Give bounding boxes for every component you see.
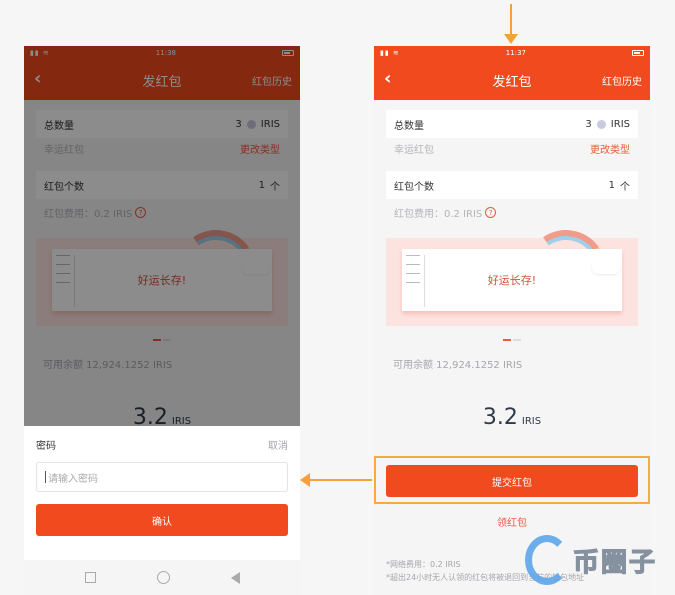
total-label: 总数量	[394, 120, 424, 132]
count-unit: 个	[620, 181, 630, 193]
status-bar: ▮▮ ≋ 11:37	[374, 46, 650, 60]
home-icon[interactable]	[156, 571, 170, 584]
fee-text: 红包费用：0.2 IRIS	[394, 209, 483, 220]
password-input[interactable]: 请输入密码	[36, 462, 288, 492]
battery-icon	[631, 50, 644, 56]
modal-overlay[interactable]	[24, 46, 300, 426]
system-nav-bar	[24, 560, 300, 595]
balance-text: 可用余额 12,924.1252 IRIS	[393, 360, 523, 371]
carousel-dots	[374, 339, 650, 341]
back-nav-icon[interactable]	[230, 571, 240, 584]
password-title: 密码	[36, 440, 56, 452]
watermark-text: 币圈子	[572, 547, 658, 578]
page-title: 发红包	[492, 74, 532, 90]
password-sheet: 密码 取消 请输入密码 确认	[24, 426, 300, 560]
total-amount-row[interactable]: 总数量 3 IRIS	[386, 110, 638, 138]
total-unit: IRIS	[610, 118, 630, 130]
nav-bar: ‹ 发红包 红包历史	[374, 60, 650, 100]
count-label: 红包个数	[394, 181, 434, 193]
banner-text: 好运长存!	[487, 274, 537, 287]
envelope-banner[interactable]: 好运长存!	[386, 230, 638, 326]
type-label: 幸运红包	[394, 144, 434, 156]
submit-button[interactable]: 提交红包	[386, 465, 638, 497]
highlight-box: 提交红包	[374, 456, 650, 504]
type-row: 幸运红包 更改类型	[394, 138, 630, 158]
watermark-logo-icon	[525, 535, 569, 585]
back-icon[interactable]: ‹	[384, 68, 391, 89]
help-icon[interactable]: ?	[485, 207, 497, 218]
history-link[interactable]: 红包历史	[602, 73, 642, 88]
fee-row: 红包费用：0.2 IRIS?	[394, 205, 630, 220]
left-phone-screen: ▮▮ ≋ 11:38 ‹ 发红包 红包历史 总数量 3 IRIS 幸运红包 更改类…	[24, 46, 300, 595]
change-type-link[interactable]: 更改类型	[590, 141, 630, 156]
right-phone-screen: ▮▮ ≋ 11:37 ‹ 发红包 红包历史 总数量 3 IRIS 幸运红包 更改类…	[374, 46, 650, 595]
watermark: 币圈子	[525, 535, 657, 585]
total-value: 3	[585, 118, 592, 130]
status-time: 11:37	[505, 49, 526, 57]
recent-apps-icon[interactable]	[84, 572, 96, 583]
receive-link[interactable]: 领红包	[374, 514, 650, 529]
cancel-button[interactable]: 取消	[268, 437, 288, 452]
annotation-arrow-down	[504, 4, 518, 44]
iris-coin-icon	[596, 119, 606, 129]
count-row[interactable]: 红包个数 1个	[386, 171, 638, 199]
signal-icon: ▮▮ ≋	[380, 49, 400, 57]
annotation-arrow-left	[300, 473, 372, 487]
cloud-decoration	[592, 260, 620, 274]
envelope-card: 好运长存!	[402, 249, 622, 311]
amount-number: 3.2	[482, 405, 518, 430]
confirm-button[interactable]: 确认	[36, 504, 288, 536]
amount-unit: IRIS	[521, 416, 542, 427]
total-amount-display: 3.2 IRIS	[374, 405, 650, 430]
count-value: 1	[608, 179, 615, 191]
